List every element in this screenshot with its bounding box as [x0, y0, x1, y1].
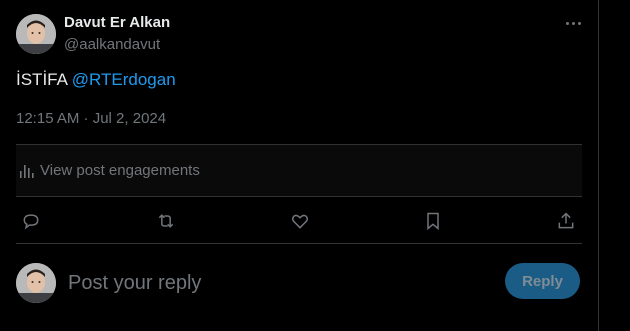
reply-icon[interactable]: [18, 208, 44, 234]
avatar[interactable]: [16, 14, 56, 54]
reply-input[interactable]: [66, 266, 490, 300]
author-handle[interactable]: @aalkandavut: [64, 36, 160, 53]
heart-icon[interactable]: [287, 208, 313, 234]
more-options-icon[interactable]: [562, 12, 584, 34]
author-display-name[interactable]: Davut Er Alkan: [64, 14, 170, 31]
engagements-label: View post engagements: [40, 162, 200, 179]
view-engagements-link[interactable]: View post engagements: [16, 144, 582, 197]
bookmark-icon[interactable]: [420, 208, 446, 234]
repost-icon[interactable]: [153, 208, 179, 234]
action-bar: [16, 200, 582, 242]
analytics-icon: [18, 162, 36, 180]
share-icon[interactable]: [553, 208, 579, 234]
mention-link[interactable]: @RTErdogan: [72, 70, 176, 89]
composer-avatar[interactable]: [16, 263, 56, 303]
reply-button[interactable]: Reply: [505, 263, 580, 299]
tweet-text: İSTİFA @RTErdogan: [16, 70, 176, 90]
divider: [16, 243, 582, 244]
tweet-text-prefix: İSTİFA: [16, 70, 68, 89]
column-border: [598, 0, 599, 331]
tweet-timestamp[interactable]: 12:15 AM · Jul 2, 2024: [16, 110, 166, 127]
